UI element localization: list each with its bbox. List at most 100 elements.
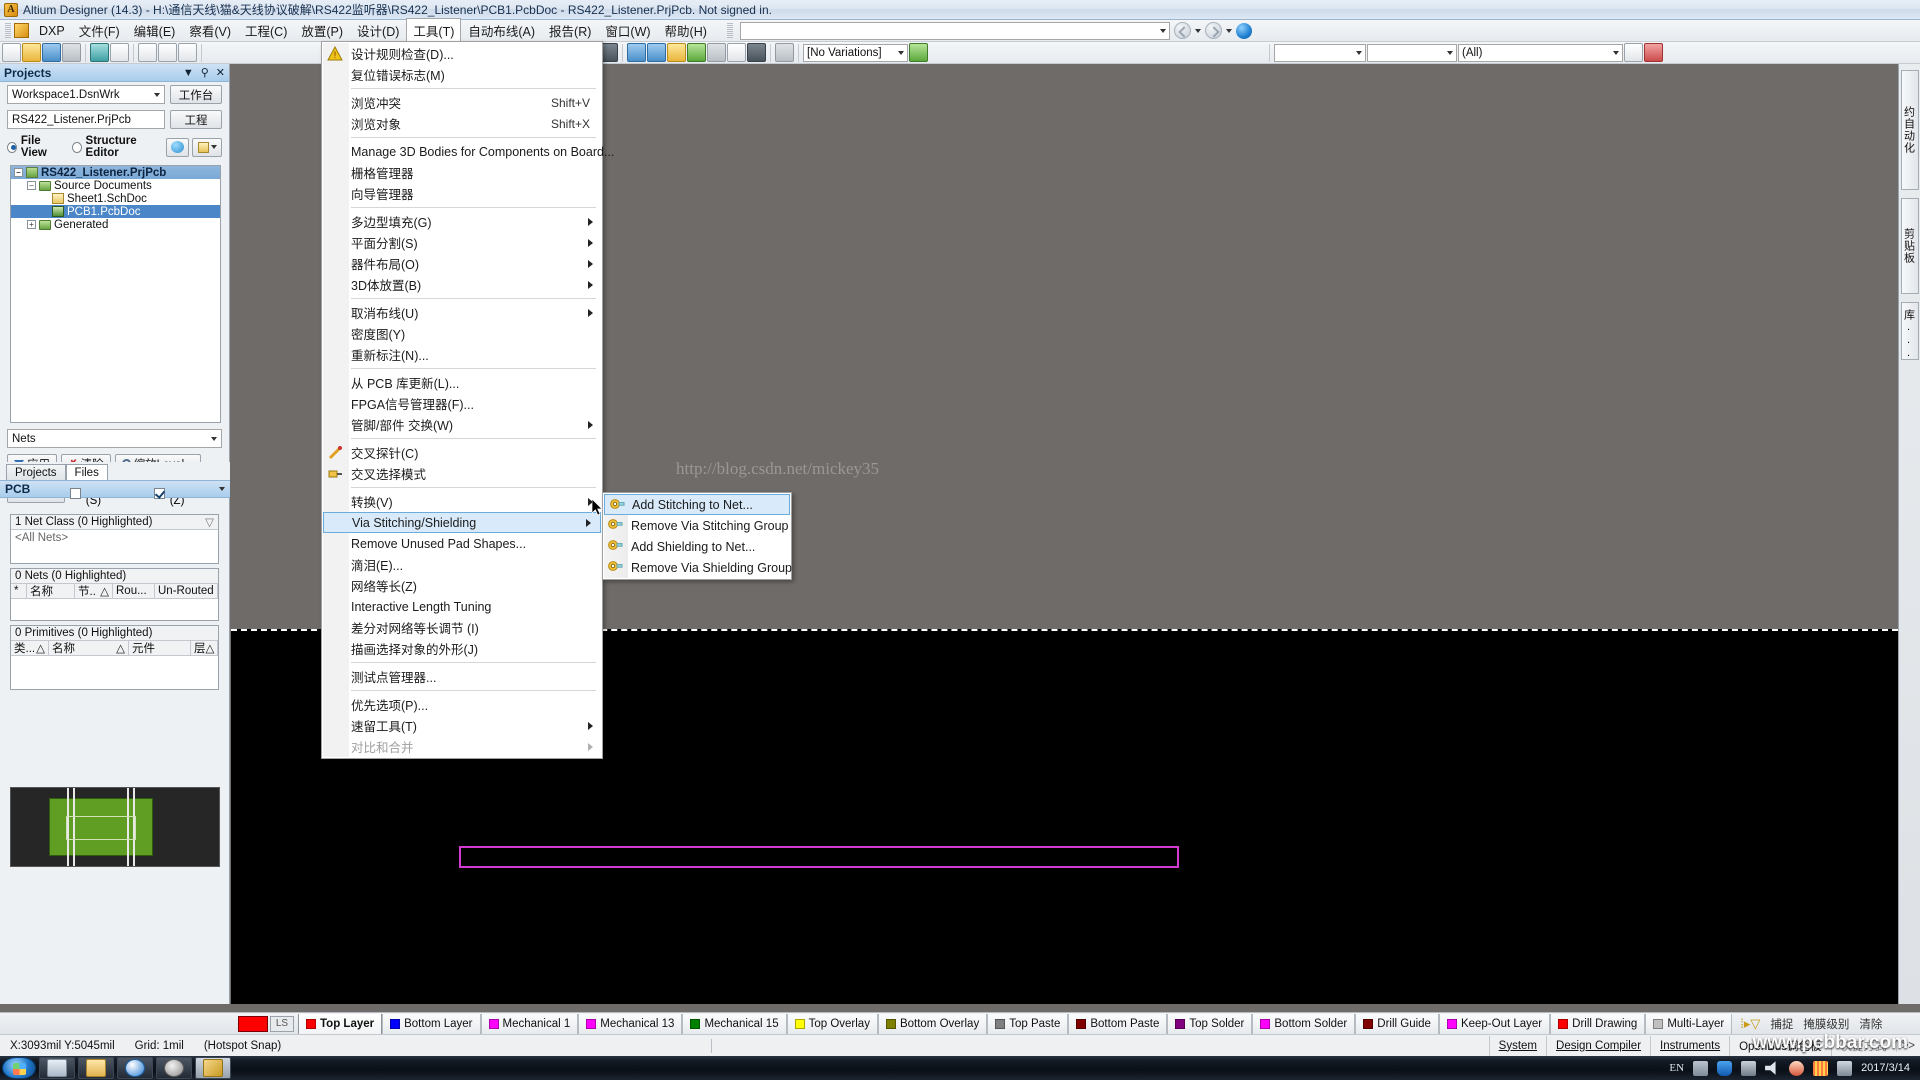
start-orb-icon[interactable]	[2, 1057, 36, 1079]
vtab-libraries[interactable]: 库...	[1900, 302, 1919, 360]
menu-item-reset-error-markers[interactable]: 复位错误标志(M)	[322, 64, 602, 85]
project-field[interactable]: RS422_Listener.PrjPcb	[7, 110, 165, 129]
monitor-icon[interactable]	[1837, 1060, 1853, 1076]
menu-item-3d-body-placement[interactable]: 3D体放置(B)	[322, 274, 602, 295]
menu-item-browse-objects[interactable]: 浏览对象 Shift+X	[322, 113, 602, 134]
menu-item-window[interactable]: 窗口(W)	[598, 18, 657, 43]
copy-icon[interactable]	[138, 43, 157, 62]
shield-icon[interactable]	[1717, 1060, 1733, 1076]
save-icon[interactable]	[42, 43, 61, 62]
nets-col-star[interactable]: *	[11, 584, 27, 598]
menu-grip-handle[interactable]	[5, 22, 11, 39]
menu-item-outline-selected-objects[interactable]: 描画选择对象的外形(J)	[322, 638, 602, 659]
ls-button[interactable]: LS	[270, 1015, 294, 1032]
primitives-col-component[interactable]: 元件	[129, 641, 191, 655]
layer-tab-bottom-overlay[interactable]: Bottom Overlay	[877, 1013, 988, 1034]
panel-menu-chevron-icon[interactable]: ▼	[183, 67, 194, 79]
menu-item-manage-3d-bodies[interactable]: Manage 3D Bodies for Components on Board…	[322, 141, 614, 162]
tools-dropdown-menu[interactable]: ! 设计规则检查(D)... 复位错误标志(M) 浏览冲突 Shift+V 浏览…	[321, 41, 614, 759]
clear-filter-icon[interactable]	[1644, 43, 1663, 62]
menu-item-preferences[interactable]: 优先选项(P)...	[322, 694, 602, 715]
paste-icon[interactable]	[158, 43, 177, 62]
layer-tab-drill-drawing[interactable]: Drill Drawing	[1550, 1013, 1646, 1034]
taskbar-button-photo[interactable]	[156, 1057, 192, 1079]
open-document-icon[interactable]	[22, 43, 41, 62]
layer-tab-bottom-layer[interactable]: Bottom Layer	[382, 1013, 481, 1034]
menu-item-edit[interactable]: 编辑(E)	[127, 18, 183, 43]
tree-item-generated[interactable]: + Generated	[11, 218, 220, 231]
layer-tab-top-paste[interactable]: Top Paste	[987, 1013, 1069, 1034]
menu-item-grid-manager[interactable]: 栅格管理器	[322, 162, 602, 183]
place-pad-icon[interactable]	[667, 43, 686, 62]
variant-manager-icon[interactable]	[909, 43, 928, 62]
menu-item-pin-part-swapping[interactable]: 管脚/部件 交换(W)	[322, 414, 602, 435]
globe-view-button[interactable]	[166, 137, 189, 157]
layer-tab-drill-guide[interactable]: Drill Guide	[1355, 1013, 1439, 1034]
status-button-instruments[interactable]: Instruments	[1650, 1035, 1729, 1056]
filter-all-combo[interactable]: (All)	[1458, 43, 1623, 62]
nets-col-routed[interactable]: Rou...	[113, 584, 155, 598]
network-icon[interactable]	[1813, 1060, 1829, 1076]
text-tool-icon[interactable]	[727, 43, 746, 62]
apply-filter-icon[interactable]	[1624, 43, 1643, 62]
panel-close-icon[interactable]: ✕	[216, 66, 225, 79]
menu-item-reports[interactable]: 报告(R)	[542, 18, 598, 43]
menu-item-tools[interactable]: 工具(T)	[406, 18, 462, 43]
menu-item-drc[interactable]: ! 设计规则检查(D)...	[322, 43, 602, 64]
menu-item-help[interactable]: 帮助(H)	[658, 18, 714, 43]
expander-icon[interactable]: –	[14, 168, 23, 177]
layer-config-icon[interactable]: ⁞▸▽	[1740, 1016, 1760, 1032]
menu-item-testpoint-manager[interactable]: 测试点管理器...	[322, 666, 602, 687]
select-checkbox[interactable]	[70, 487, 81, 499]
navigate-back-button[interactable]	[1173, 22, 1191, 39]
paste-special-icon[interactable]	[178, 43, 197, 62]
pcb-scope-combo[interactable]: Nets	[7, 429, 222, 448]
menu-item-cross-probe[interactable]: 交叉探针(C)	[322, 442, 602, 463]
menu-item-convert[interactable]: 转换(V)	[322, 491, 602, 512]
via-stitching-submenu[interactable]: Add Stitching to Net... Remove Via Stitc…	[602, 492, 792, 580]
primitives-col-layer[interactable]: 层 △	[191, 641, 218, 655]
tree-item-source-documents[interactable]: – Source Documents	[11, 179, 220, 192]
layer-tab-bottom-paste[interactable]: Bottom Paste	[1068, 1013, 1168, 1034]
taskbar-button-sogou[interactable]	[117, 1057, 153, 1079]
active-layer-color-swatch[interactable]	[238, 1015, 268, 1032]
zoom-fit-icon[interactable]	[90, 43, 109, 62]
menu-item-equalize-net-lengths[interactable]: 网络等长(Z)	[322, 575, 602, 596]
mask-level-button[interactable]: 掩膜级别	[1803, 1016, 1849, 1032]
menu-item-update-from-pcb-libraries[interactable]: 从 PCB 库更新(L)...	[322, 372, 602, 393]
menu-item-place[interactable]: 放置(P)	[294, 18, 350, 43]
place-via-icon[interactable]	[647, 43, 666, 62]
clear-layer-button[interactable]: 清除	[1859, 1016, 1882, 1032]
layer-tab-mechanical-13[interactable]: Mechanical 13	[578, 1013, 683, 1034]
primitives-col-name[interactable]: 名称 △	[49, 641, 129, 655]
layer-tab-mechanical-1[interactable]: Mechanical 1	[480, 1013, 579, 1034]
menu-item-polygon-pours[interactable]: 多边型填充(G)	[322, 211, 602, 232]
menu-item-autoroute[interactable]: 自动布线(A)	[461, 18, 542, 43]
menu-item-re-annotate[interactable]: 重新标注(N)...	[322, 344, 602, 365]
menu-item-view[interactable]: 察看(V)	[182, 18, 238, 43]
menu-item-project[interactable]: 工程(C)	[238, 18, 294, 43]
taskbar-button-explorer[interactable]	[78, 1057, 114, 1079]
navigate-forward-button[interactable]	[1204, 22, 1222, 39]
menu-item-design[interactable]: 设计(D)	[350, 18, 406, 43]
netclass-row-all-nets[interactable]: <All Nets>	[11, 530, 218, 546]
project-button[interactable]: 工程	[170, 110, 222, 129]
menu-item-via-stitching-shielding[interactable]: Via Stitching/Shielding	[323, 512, 601, 533]
nets-listbox[interactable]: 0 Nets (0 Highlighted) * 名称 节.. △ Rou...…	[10, 568, 219, 621]
back-dropdown-chevron-icon[interactable]	[1194, 28, 1201, 33]
panel-tab-files[interactable]: Files	[65, 464, 108, 480]
submenu-item-add-stitching-to-net[interactable]: Add Stitching to Net...	[604, 494, 790, 515]
volume-icon[interactable]	[1765, 1061, 1776, 1075]
filter-combo-2[interactable]	[1367, 43, 1457, 62]
layer-tab-top-overlay[interactable]: Top Overlay	[786, 1013, 878, 1034]
print-icon[interactable]	[62, 43, 81, 62]
panel-tab-projects[interactable]: Projects	[6, 464, 66, 480]
nets-col-unrouted[interactable]: Un-Routed (Manhat...	[155, 584, 218, 598]
menu-item-fpga-signal-manager[interactable]: FPGA信号管理器(F)...	[322, 393, 602, 414]
menu-trail-grip[interactable]	[726, 22, 733, 39]
place-line-icon[interactable]	[627, 43, 646, 62]
pcb-panel-chevron-icon[interactable]	[219, 487, 225, 491]
place-component-icon[interactable]	[707, 43, 726, 62]
layer-tab-keep-out-layer[interactable]: Keep-Out Layer	[1438, 1013, 1551, 1034]
vtab-design-automation[interactable]: 约自动化	[1900, 70, 1919, 190]
